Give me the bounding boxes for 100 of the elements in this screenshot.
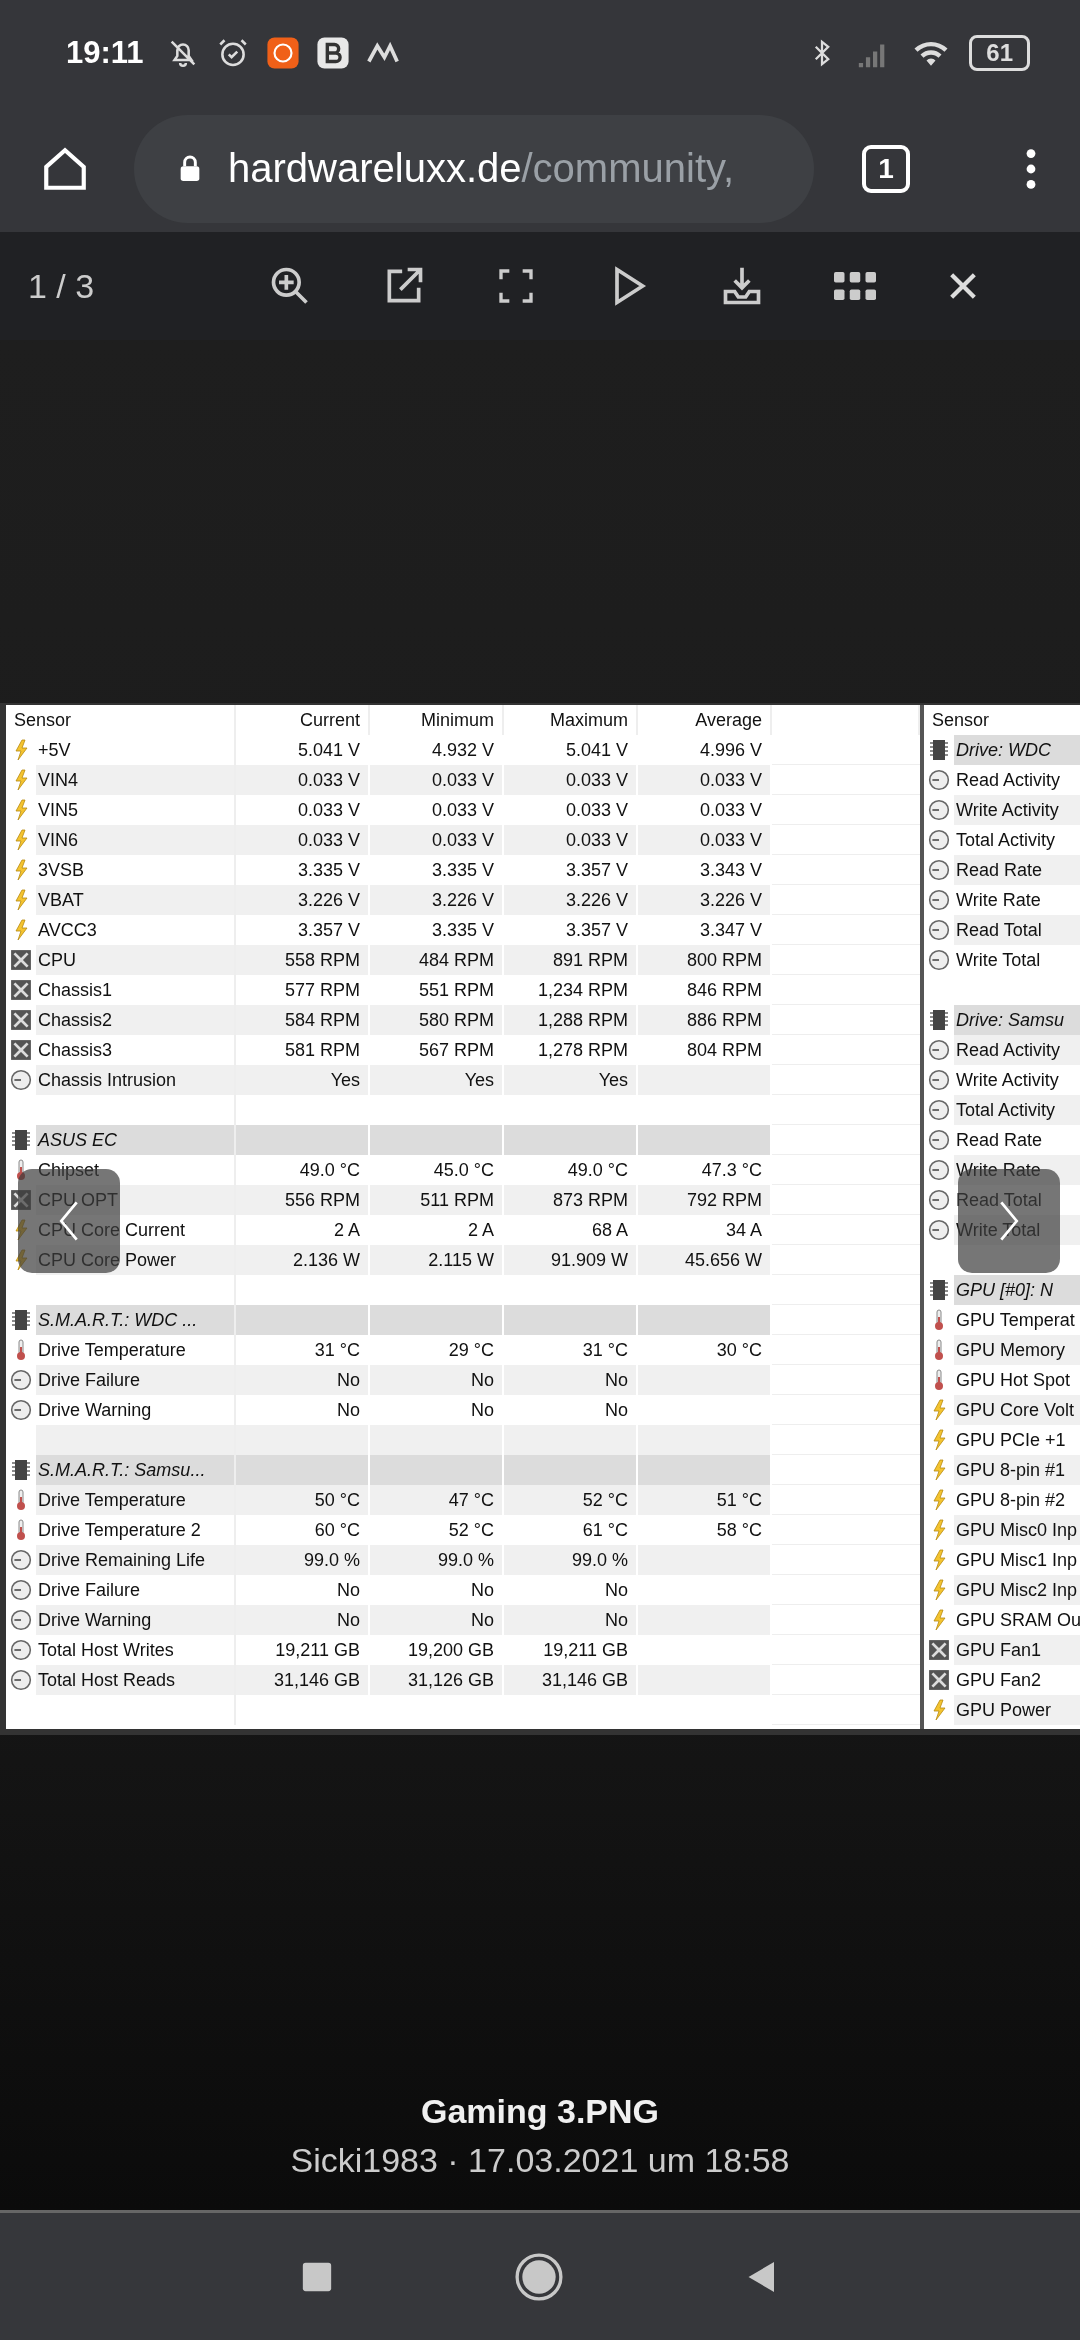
gauge-icon xyxy=(10,1609,32,1631)
table-cell: 99.0 % xyxy=(370,1545,504,1575)
table-cell: 52 °C xyxy=(504,1485,638,1515)
app-icon xyxy=(315,35,350,70)
image-meta: Sicki1983 · 17.03.2021 um 18:58 xyxy=(290,2141,790,2180)
table-cell: 31,146 GB xyxy=(236,1665,370,1695)
table-cell: 556 RPM xyxy=(236,1185,370,1215)
sensor-name: Chassis2 xyxy=(36,1005,234,1035)
table-cell: 91.909 W xyxy=(504,1245,638,1275)
status-time: 19:11 xyxy=(66,34,144,71)
sensor-name: VBAT xyxy=(36,885,234,915)
table-cell: 45.656 W xyxy=(638,1245,772,1275)
sensor-name: GPU Misc2 Inp xyxy=(954,1575,1080,1605)
fan-icon xyxy=(10,979,32,1001)
sensor-name: Read Activity xyxy=(954,1035,1080,1065)
gauge-icon xyxy=(10,1399,32,1421)
table-cell: 47 °C xyxy=(370,1485,504,1515)
group-label: GPU [#0]: N xyxy=(954,1275,1080,1305)
sensor-name: CPU xyxy=(36,945,234,975)
table-cell: 0.033 V xyxy=(370,825,504,855)
chip-icon xyxy=(928,1009,950,1031)
gauge-icon xyxy=(928,859,950,881)
table-cell: 2.115 W xyxy=(370,1245,504,1275)
sensor-name: Drive Failure xyxy=(36,1365,234,1395)
fan-icon xyxy=(10,1009,32,1031)
table-cell: 51 °C xyxy=(638,1485,772,1515)
sensor-name: Read Rate xyxy=(954,855,1080,885)
sensor-name: Drive Remaining Life xyxy=(36,1545,234,1575)
group-label: Drive: WDC xyxy=(954,735,1080,765)
gauge-icon xyxy=(928,769,950,791)
grid-icon[interactable] xyxy=(834,271,876,301)
sensor-name: Total Activity xyxy=(954,1095,1080,1125)
table-cell: 0.033 V xyxy=(370,765,504,795)
table-cell: 99.0 % xyxy=(236,1545,370,1575)
gauge-icon xyxy=(10,1639,32,1661)
gauge-icon xyxy=(10,1669,32,1691)
fullscreen-icon[interactable] xyxy=(496,266,536,306)
gauge-icon xyxy=(10,1579,32,1601)
more-icon[interactable] xyxy=(1024,146,1038,191)
table-cell: 3.226 V xyxy=(504,885,638,915)
gauge-icon xyxy=(928,919,950,941)
gauge-icon xyxy=(10,1549,32,1571)
table-cell: 580 RPM xyxy=(370,1005,504,1035)
fan-icon xyxy=(10,1039,32,1061)
table-cell: 484 RPM xyxy=(370,945,504,975)
group-label: S.M.A.R.T.: WDC ... xyxy=(36,1305,234,1335)
gauge-icon xyxy=(10,1369,32,1391)
table-cell: 99.0 % xyxy=(504,1545,638,1575)
image-title: Gaming 3.PNG xyxy=(420,2092,660,2131)
sensor-name: GPU Core Volt xyxy=(954,1395,1080,1425)
table-cell: 3.226 V xyxy=(236,885,370,915)
app-icon xyxy=(265,35,300,70)
group-label: S.M.A.R.T.: Samsu... xyxy=(36,1455,234,1485)
table-cell: 2.136 W xyxy=(236,1245,370,1275)
sensor-name: GPU Fan1 xyxy=(954,1635,1080,1665)
table-cell: 1,288 RPM xyxy=(504,1005,638,1035)
table-cell: 891 RPM xyxy=(504,945,638,975)
tab-count-button[interactable]: 1 xyxy=(862,144,910,193)
group-label: Drive: Samsu xyxy=(954,1005,1080,1035)
chip-icon xyxy=(10,1129,32,1151)
chip-icon xyxy=(10,1459,32,1481)
sensor-name: GPU Misc0 Inp xyxy=(954,1515,1080,1545)
table-cell: 0.033 V xyxy=(236,765,370,795)
table-cell: Yes xyxy=(370,1065,504,1095)
fan-icon xyxy=(10,949,32,971)
sensor-name: Drive Temperature xyxy=(36,1485,234,1515)
table-cell: 511 RPM xyxy=(370,1185,504,1215)
sensor-name: GPU Power xyxy=(954,1695,1080,1725)
table-cell: 558 RPM xyxy=(236,945,370,975)
table-cell: 800 RPM xyxy=(638,945,772,975)
table-cell: 792 RPM xyxy=(638,1185,772,1215)
table-cell: 50 °C xyxy=(236,1485,370,1515)
chip-icon xyxy=(928,1279,950,1301)
table-cell: Yes xyxy=(236,1065,370,1095)
table-cell: No xyxy=(236,1605,370,1635)
address-field[interactable]: hardwareluxx.de/community, xyxy=(134,114,814,223)
table-cell: 886 RPM xyxy=(638,1005,772,1035)
gauge-icon xyxy=(928,1039,950,1061)
gauge-icon xyxy=(928,1159,950,1181)
table-cell: 31,146 GB xyxy=(504,1665,638,1695)
table-cell: 3.226 V xyxy=(638,885,772,915)
image-counter: 1 / 3 xyxy=(28,266,96,306)
gauge-icon xyxy=(928,949,950,971)
gauge-icon xyxy=(928,1099,950,1121)
sensor-name: Drive Warning xyxy=(36,1605,234,1635)
logo-icon xyxy=(365,40,400,65)
sensor-name: Write Activity xyxy=(954,795,1080,825)
table-cell: 0.033 V xyxy=(236,825,370,855)
gauge-icon xyxy=(928,1219,950,1241)
sensor-name: Chassis Intrusion xyxy=(36,1065,234,1095)
gauge-icon xyxy=(928,1069,950,1091)
gauge-icon xyxy=(928,829,950,851)
fan-icon xyxy=(928,1639,950,1661)
fan-icon xyxy=(928,1669,950,1691)
gauge-icon xyxy=(928,889,950,911)
chip-icon xyxy=(928,739,950,761)
sensor-name: Total Host Reads xyxy=(36,1665,234,1695)
table-cell: 0.033 V xyxy=(504,825,638,855)
table-cell: No xyxy=(236,1365,370,1395)
home-button-icon[interactable] xyxy=(514,2251,564,2302)
